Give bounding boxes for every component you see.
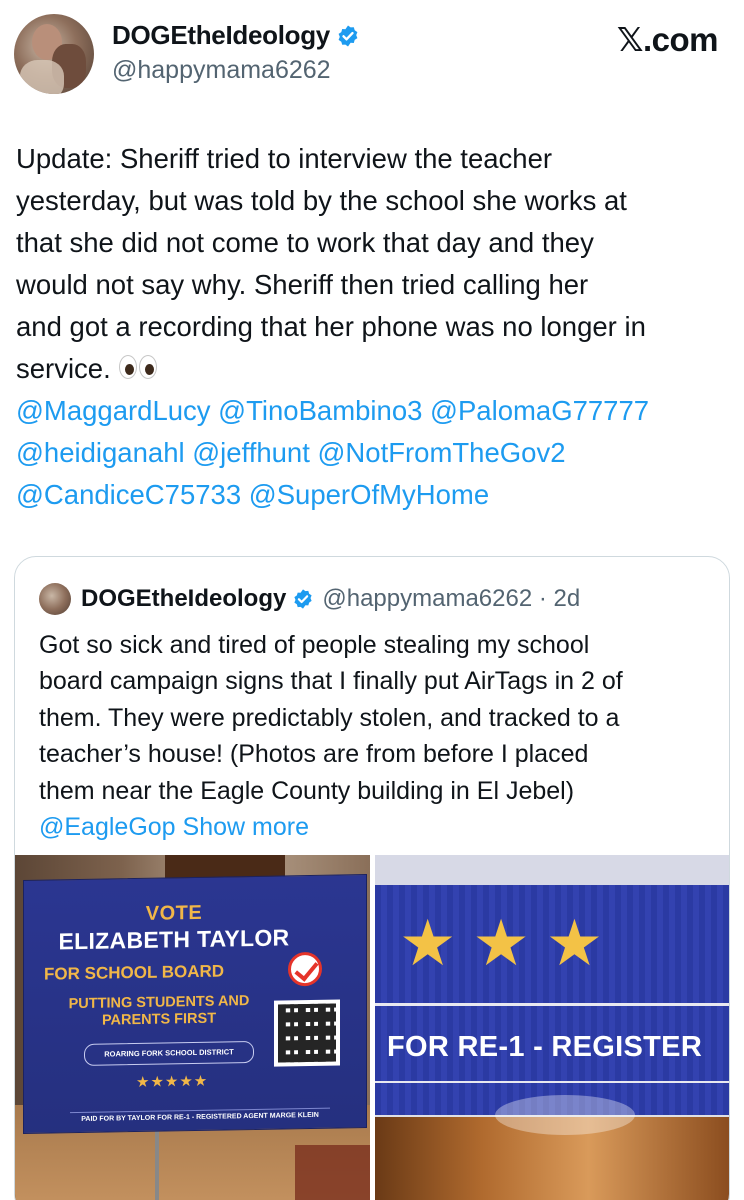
quoted-line: them near the Eagle County building in E… (39, 776, 575, 805)
rug (295, 1145, 370, 1200)
quoted-line: teacher’s house! (Photos are from before… (39, 740, 589, 769)
apple-check-icon (288, 951, 322, 987)
mentions-block: @MaggardLucy @TinoBambino3 @PalomaG77777… (16, 390, 732, 516)
quoted-tweet-body: Got so sick and tired of people stealing… (39, 627, 719, 845)
quoted-tweet-card[interactable]: DOGEtheIdeology @happymama6262 · 2d Got … (14, 556, 730, 1200)
tweet-line: would not say why. Sheriff then tried ca… (16, 269, 589, 300)
sign-slogan: PUTTING STUDENTS AND PARENTS FIRST (68, 993, 250, 1029)
tweet-line: service. (16, 353, 111, 384)
sign-stripe (375, 1003, 729, 1006)
tweet-line: Update: Sheriff tried to interview the t… (16, 143, 553, 174)
sign-closeup (375, 855, 729, 1115)
quoted-avatar[interactable] (39, 583, 71, 615)
sign-board-text: FOR SCHOOL BOARD (44, 961, 225, 984)
sign-stripe (375, 1081, 729, 1083)
show-more-link[interactable]: Show more (183, 813, 309, 841)
quoted-tweet-header: DOGEtheIdeology @happymama6262 · 2d (39, 583, 580, 615)
sign-closeup-text: FOR RE-1 - REGISTER (387, 1031, 703, 1063)
sign-stake (155, 1131, 159, 1200)
sign-district: ROARING FORK SCHOOL DISTRICT (84, 1040, 254, 1066)
mention-line[interactable]: @heidiganahl @jeffhunt @NotFromTheGov2 (16, 432, 732, 474)
tweet-line: and got a recording that her phone was n… (16, 311, 646, 342)
star-row-icon: ★ ★ ★ (399, 907, 604, 979)
quoted-line: board campaign signs that I finally put … (39, 667, 623, 696)
quoted-line: Got so sick and tired of people stealing… (39, 631, 590, 659)
eyes-emoji-icon (117, 355, 159, 381)
quoted-last-line: @EagleGop Show more (39, 809, 719, 845)
author-display-name[interactable]: DOGEtheIdeology (112, 20, 330, 51)
mention-line[interactable]: @CandiceC75733 @SuperOfMyHome (16, 474, 732, 516)
tweet-line: that she did not come to work that day a… (16, 227, 594, 258)
sign-edge (375, 855, 729, 885)
tweet-line-last: service. (16, 348, 732, 390)
verified-badge-icon (338, 25, 358, 46)
author-handle[interactable]: @happymama6262 (112, 56, 331, 85)
quoted-display-name[interactable]: DOGEtheIdeology (81, 585, 286, 613)
x-logo: 𝕏.com (616, 21, 719, 58)
qr-code-icon (274, 999, 340, 1067)
quoted-line: them. They were predictably stolen, and … (39, 703, 620, 732)
campaign-sign-photo-2[interactable]: ★ ★ ★ FOR RE-1 - REGISTER (375, 855, 729, 1200)
campaign-sign-photo-1[interactable]: VOTE ELIZABETH TAYLOR FOR SCHOOL BOARD P… (15, 855, 370, 1200)
campaign-sign: VOTE ELIZABETH TAYLOR FOR SCHOOL BOARD P… (23, 873, 367, 1135)
sign-stars: ★★★★★ (136, 1072, 209, 1092)
sign-candidate-name: ELIZABETH TAYLOR (58, 924, 290, 955)
eaglegop-mention-link[interactable]: @EagleGop (39, 813, 176, 841)
light-glare (495, 1095, 635, 1135)
tweet-header: DOGEtheIdeology @happymama6262 𝕏.com (14, 14, 730, 94)
avatar[interactable] (14, 14, 94, 94)
tweet-line: yesterday, but was told by the school sh… (16, 185, 627, 216)
tweet-body: Update: Sheriff tried to interview the t… (16, 138, 732, 516)
sign-paid-for: PAID FOR BY TAYLOR FOR RE-1 - REGISTERED… (70, 1107, 330, 1124)
mention-line[interactable]: @MaggardLucy @TinoBambino3 @PalomaG77777 (16, 390, 732, 432)
verified-badge-icon (294, 589, 312, 609)
author-name-row: DOGEtheIdeology (112, 20, 360, 51)
quoted-handle-time: @happymama6262 · 2d (322, 585, 581, 612)
